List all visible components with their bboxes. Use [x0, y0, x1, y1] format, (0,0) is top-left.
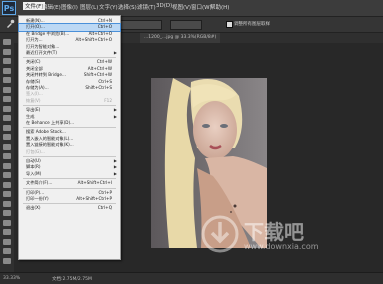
menu-item[interactable]: 在 Behance 上共享(D)...	[19, 120, 120, 126]
menubar-item[interactable]: 帮助(H)	[210, 3, 229, 11]
menubar-item[interactable]: 图层(L)	[80, 3, 98, 11]
menu-item[interactable]: 退出(X) Ctrl+Q	[19, 205, 120, 211]
tool-button[interactable]	[3, 77, 11, 83]
menu-separator	[23, 156, 116, 157]
tools-panel	[0, 33, 15, 273]
menu-item[interactable]: 文件简介(F)... Alt+Shift+Ctrl+I	[19, 180, 120, 186]
menu-item[interactable]: 导入(M) ▶	[19, 171, 120, 177]
tool-button[interactable]	[3, 96, 11, 102]
menubar-item[interactable]: 窗口(W)	[191, 3, 212, 11]
tool-button[interactable]	[3, 229, 11, 235]
menubar-item[interactable]: 视图(V)	[172, 3, 191, 11]
menubar-item[interactable]: 编辑(E)	[42, 3, 61, 11]
photoshop-logo: Ps	[2, 1, 16, 15]
tool-button[interactable]	[3, 162, 11, 169]
menu-item-label: 导入(M)	[26, 170, 42, 176]
menu-item-label: 打印一份(Y)	[26, 196, 49, 201]
tool-button[interactable]	[3, 257, 11, 264]
tool-button[interactable]	[3, 181, 11, 188]
tool-button[interactable]	[3, 58, 11, 64]
tool-button[interactable]	[3, 238, 11, 245]
menubar-item[interactable]: 3D(D)	[156, 3, 172, 9]
menu-item: 打包(G)...	[19, 149, 120, 155]
sample-select[interactable]	[170, 20, 202, 30]
menu-item-label: 退出(X)	[26, 205, 41, 211]
document-size: 文档:2.75M/2.75M	[52, 277, 92, 282]
tool-button[interactable]	[3, 105, 11, 112]
watermark-text: 下载吧	[244, 220, 304, 244]
menubar-item[interactable]: 图像(I)	[61, 3, 78, 11]
tool-button[interactable]	[3, 134, 11, 140]
file-menu: 新建(N)... Ctrl+N 打开(O)... Ctrl+O 在 Bridge 中浏览…	[18, 15, 121, 260]
menu-item-shortcut: F12	[104, 97, 112, 103]
tool-button[interactable]	[3, 248, 11, 254]
status-bar: 33.33% 文档:2.75M/2.75M	[0, 272, 383, 284]
download-logo-icon	[201, 215, 239, 253]
tool-button[interactable]	[3, 124, 11, 131]
tool-button[interactable]	[3, 48, 11, 55]
submenu-arrow-icon: ▶	[113, 50, 117, 55]
tool-button[interactable]	[3, 67, 11, 74]
menu-item-shortcut: Alt+Shift+Ctrl+I	[77, 180, 112, 186]
menu-item-label: 在 Behance 上共享(D)...	[26, 120, 75, 125]
menu-item[interactable]: 打印一份(Y) Alt+Shift+Ctrl+P	[19, 196, 120, 202]
submenu-arrow-icon: ▶	[113, 170, 117, 176]
menu-item-shortcut: Ctrl+Q	[97, 205, 112, 211]
sample-size-select[interactable]	[120, 20, 162, 30]
tool-button[interactable]	[3, 191, 11, 197]
tool-button[interactable]	[3, 153, 11, 159]
zoom-level[interactable]: 33.33%	[3, 276, 20, 281]
menu-item-shortcut: Alt+Shift+Ctrl+P	[76, 196, 112, 201]
tool-button[interactable]	[3, 115, 11, 121]
document-tab[interactable]: ...1200_...jpg @ 33.3%(RGB/8#)	[140, 33, 221, 43]
menu-separator	[23, 187, 116, 189]
watermark-url: www.downxia.com	[244, 242, 319, 251]
tool-button[interactable]	[3, 39, 11, 45]
tool-button[interactable]	[3, 210, 11, 216]
menu-item-label: 恢复(V)	[26, 97, 41, 103]
eyedropper-icon[interactable]	[5, 19, 15, 29]
menu-item-label: 最近打开文件(T)	[26, 50, 57, 55]
menu-item-label: 打包(G)...	[26, 148, 45, 154]
menu-item-label: 文件简介(F)...	[26, 180, 53, 186]
sample-all-layers-checkbox[interactable]	[226, 21, 233, 28]
menubar-item[interactable]: 文字(Y)	[99, 3, 118, 11]
menubar-item[interactable]: 滤镜(T)	[137, 3, 156, 11]
tool-button[interactable]	[3, 200, 11, 207]
tool-button[interactable]	[3, 143, 11, 150]
tool-button[interactable]	[3, 219, 11, 226]
tool-button[interactable]	[3, 172, 11, 178]
menu-item: 恢复(V) F12	[19, 98, 120, 104]
menubar-item[interactable]: 选择(S)	[118, 3, 137, 11]
tool-button[interactable]	[3, 86, 11, 93]
menu-item[interactable]: 最近打开文件(T) ▶	[19, 50, 120, 56]
sample-all-layers-label: 调整所有图层取样	[234, 22, 270, 27]
